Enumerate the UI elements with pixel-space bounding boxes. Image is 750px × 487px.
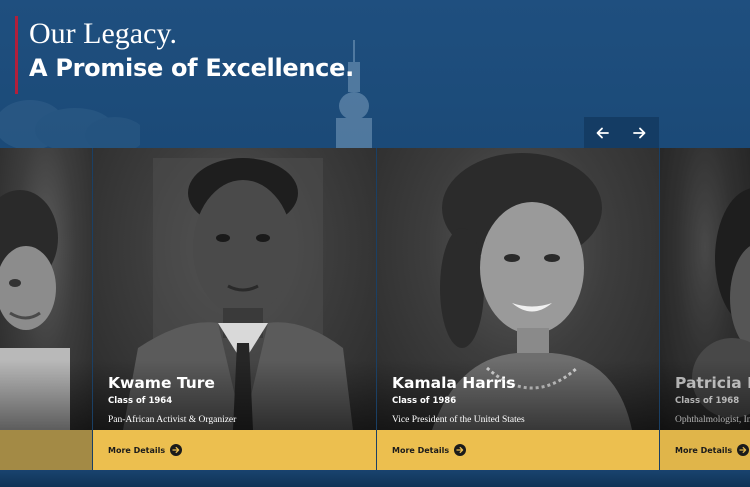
more-details-button[interactable]: More Details [660,430,750,470]
alumni-title: Pan-African Activist & Organizer [108,415,237,425]
alumni-card-kamala-harris: Kamala Harris Class of 1986 Vice Preside… [377,148,659,470]
alumni-info: Patricia Bath Class of 1968 Ophthalmolog… [675,374,750,425]
carousel-prev-button[interactable] [584,117,621,148]
arrow-right-icon [633,127,646,138]
arrow-circle-icon [737,444,750,456]
more-details-bar[interactable] [0,430,92,470]
alumni-name: Patricia Bath [675,374,750,392]
alumni-title: Vice President of the United States [392,415,525,425]
alumni-class: Class of 1986 [392,396,457,406]
more-details-label: More Details [675,445,733,455]
alumni-info: Kamala Harris Class of 1986 Vice Preside… [392,374,525,425]
alumni-title: Ophthalmologist, Inventor [675,415,750,425]
hero-heading: Our Legacy. A Promise of Excellence. [15,16,354,94]
alumni-class: Class of 1964 [108,396,173,406]
campus-ground-strip [0,469,750,487]
arrow-circle-icon [170,444,183,456]
alumni-card-previous [0,148,92,470]
alumni-name: Kwame Ture [108,374,215,392]
more-details-label: More Details [392,445,450,455]
more-details-label: More Details [108,445,166,455]
alumni-card-kwame-ture: Kwame Ture Class of 1964 Pan-African Act… [93,148,376,470]
alumni-info: Kwame Ture Class of 1964 Pan-African Act… [108,374,236,425]
arrow-circle-icon [454,444,467,456]
carousel-nav [584,117,659,148]
more-details-button[interactable]: More Details [93,430,376,470]
alumni-class: Class of 1968 [675,396,740,406]
carousel-next-button[interactable] [621,117,658,148]
tree-silhouette-image [0,100,140,150]
hero-title: Our Legacy. [29,17,177,50]
alumni-carousel: Kwame Ture Class of 1964 Pan-African Act… [0,148,750,470]
arrow-left-icon [596,127,609,138]
hero-subtitle: A Promise of Excellence. [29,54,354,82]
alumni-name: Kamala Harris [392,374,516,392]
alumni-card-patricia-bath: Patricia Bath Class of 1968 Ophthalmolog… [660,148,750,470]
more-details-button[interactable]: More Details [377,430,659,470]
